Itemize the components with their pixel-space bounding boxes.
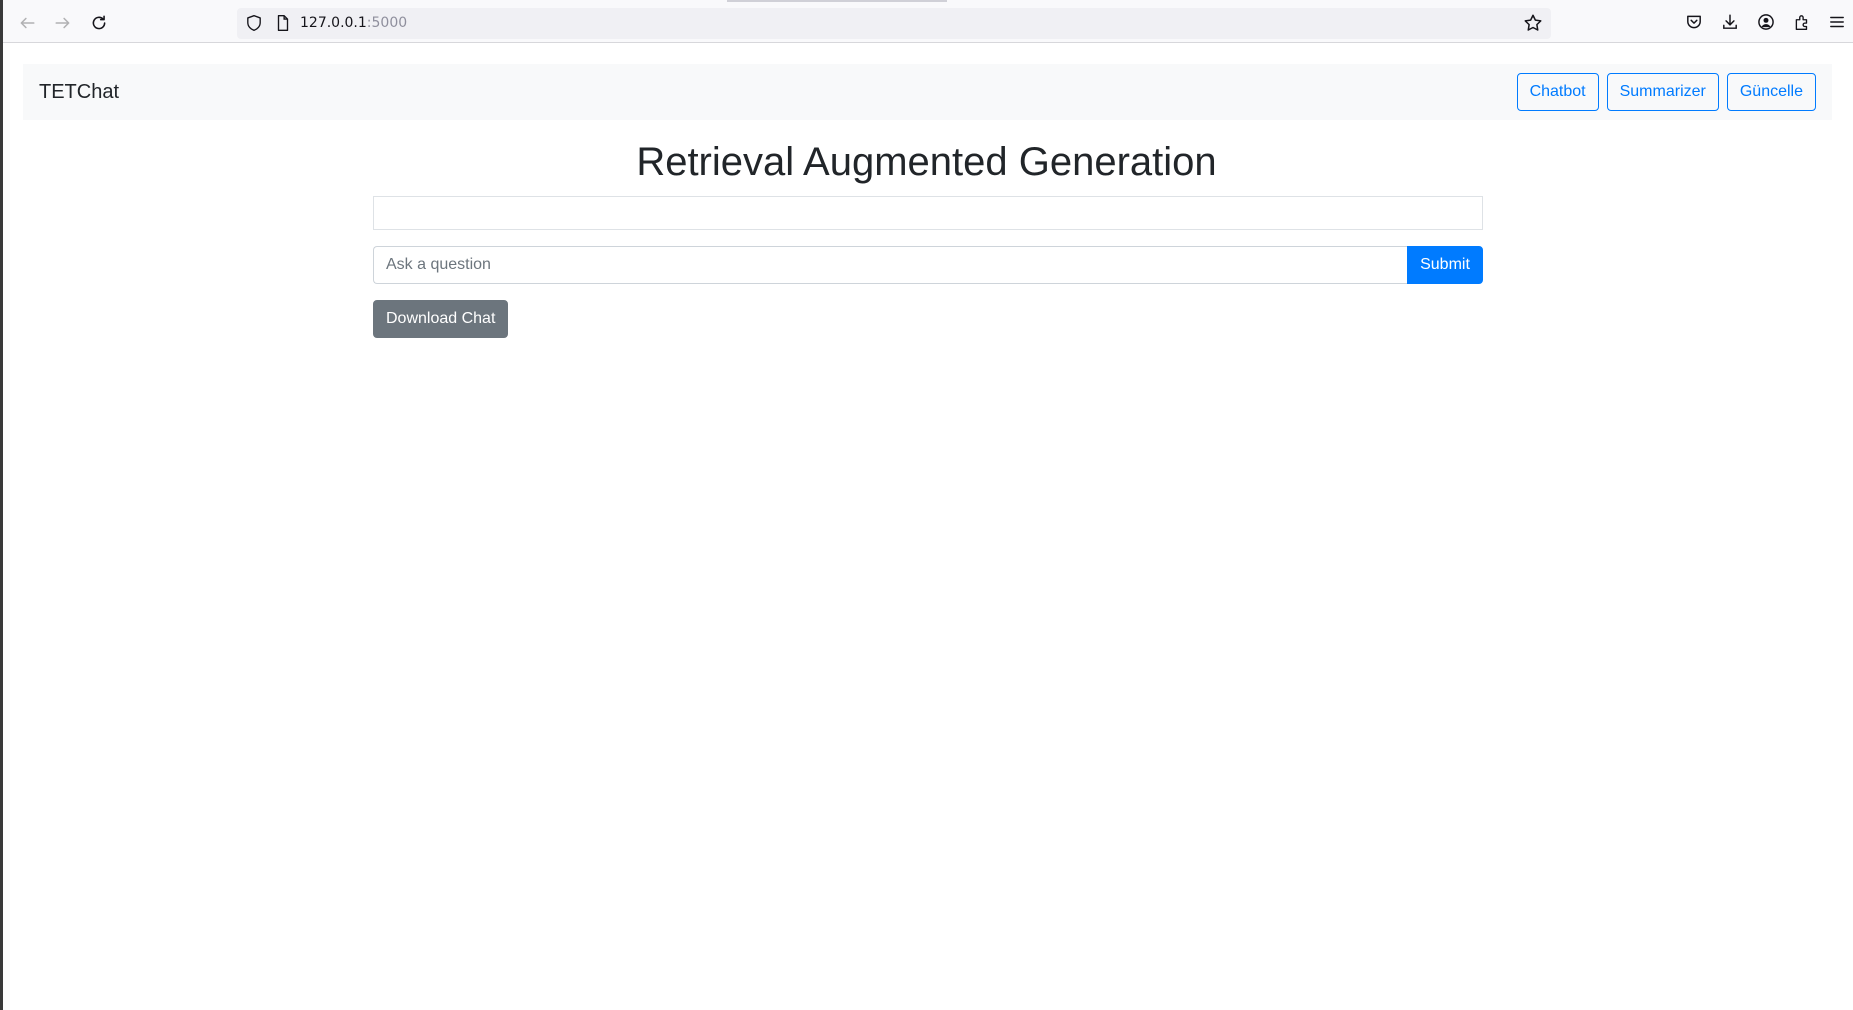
url-bar[interactable]: 127.0.0.1:5000 [237,8,1551,39]
summarizer-button[interactable]: Summarizer [1606,73,1719,111]
reload-icon[interactable] [85,9,113,37]
extensions-icon[interactable] [1791,11,1813,33]
url-host: 127.0.0.1 [300,15,367,31]
hamburger-menu-icon[interactable] [1826,11,1848,33]
chat-history-box[interactable] [373,196,1483,230]
back-arrow-icon[interactable] [13,9,41,37]
account-icon[interactable] [1755,11,1777,33]
download-chat-button[interactable]: Download Chat [373,300,509,338]
submit-button[interactable]: Submit [1407,246,1483,284]
chatbot-button[interactable]: Chatbot [1516,73,1599,111]
pocket-icon[interactable] [1683,11,1705,33]
brand-link[interactable]: TETChat [39,80,119,104]
forward-arrow-icon[interactable] [49,9,77,37]
question-input-group: Submit [373,246,1483,284]
shield-icon[interactable] [245,14,263,32]
page-title: Retrieval Augmented Generation [636,140,1217,184]
update-button[interactable]: Güncelle [1726,73,1816,111]
navbar-buttons: Chatbot Summarizer Güncelle [1516,73,1816,111]
url-text[interactable]: 127.0.0.1:5000 [300,15,407,31]
question-input[interactable] [373,246,1407,284]
browser-toolbar: 127.0.0.1:5000 [3,0,1853,43]
page-icon [277,15,289,31]
tab-indicator [727,0,947,2]
star-icon[interactable] [1523,13,1543,33]
download-icon[interactable] [1719,11,1741,33]
navbar: TETChat Chatbot Summarizer Güncelle [23,64,1832,120]
url-port: :5000 [366,15,408,31]
